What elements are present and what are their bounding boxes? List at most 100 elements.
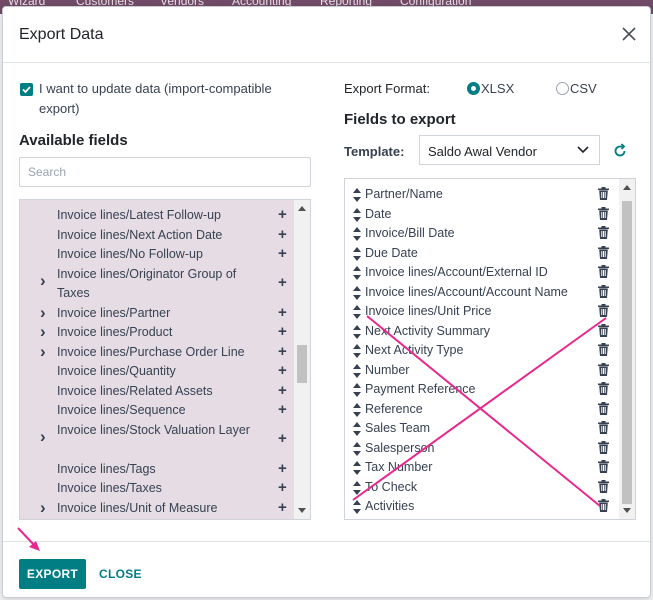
scroll-up-icon[interactable] xyxy=(298,206,306,211)
drag-handle-icon[interactable] xyxy=(353,266,361,280)
plus-icon[interactable]: + xyxy=(278,401,287,418)
export-field-item[interactable]: Date xyxy=(345,205,621,225)
close-icon[interactable] xyxy=(619,24,639,44)
export-button[interactable]: EXPORT xyxy=(19,559,86,589)
available-field-item[interactable]: › Invoice lines/Partner + xyxy=(20,303,295,324)
trash-icon[interactable] xyxy=(598,479,609,493)
available-field-item[interactable]: Invoice lines/Taxes + xyxy=(20,479,295,499)
trash-icon[interactable] xyxy=(598,401,609,415)
available-field-item[interactable]: Invoice lines/Latest Follow-up + xyxy=(20,206,295,226)
plus-icon[interactable]: + xyxy=(278,274,287,291)
format-radio-csv[interactable] xyxy=(556,82,569,95)
available-field-item[interactable]: Invoice lines/No Follow-up + xyxy=(20,245,295,265)
plus-icon[interactable]: + xyxy=(278,206,287,223)
plus-icon[interactable]: + xyxy=(278,323,287,340)
export-field-item[interactable]: Invoice/Bill Date xyxy=(345,224,621,244)
available-field-item[interactable]: › Invoice lines/Unit of Measure + xyxy=(20,498,295,519)
scroll-up-icon[interactable] xyxy=(623,185,631,190)
trash-icon[interactable] xyxy=(598,421,609,434)
available-field-item[interactable]: Invoice lines/Quantity + xyxy=(20,362,295,382)
export-field-item[interactable]: Next Activity Summary xyxy=(345,322,621,342)
export-field-item[interactable]: Activities xyxy=(345,497,621,517)
plus-icon[interactable]: + xyxy=(278,499,287,516)
trash-icon[interactable] xyxy=(598,440,609,454)
search-input[interactable] xyxy=(19,157,311,187)
scroll-down-icon[interactable] xyxy=(298,508,306,513)
drag-handle-icon[interactable] xyxy=(353,402,361,417)
trash-icon[interactable] xyxy=(598,323,609,337)
available-field-item[interactable]: Invoice lines/Unit Price+ xyxy=(20,518,295,519)
plus-icon[interactable]: + xyxy=(278,226,287,243)
drag-handle-icon[interactable] xyxy=(353,480,361,495)
drag-handle-icon[interactable] xyxy=(353,285,361,300)
export-field-item[interactable]: Invoice lines/Account/External ID xyxy=(345,263,621,283)
format-radio-xlsx[interactable] xyxy=(467,82,480,95)
trash-icon[interactable] xyxy=(598,226,609,239)
close-button[interactable]: CLOSE xyxy=(99,559,142,589)
available-field-item[interactable]: Invoice lines/Sequence + xyxy=(20,401,295,421)
drag-handle-icon[interactable] xyxy=(353,227,361,241)
trash-icon[interactable] xyxy=(598,245,609,259)
plus-icon[interactable]: + xyxy=(278,245,287,262)
scroll-down-icon[interactable] xyxy=(623,508,631,513)
available-field-item[interactable]: › Invoice lines/Stock Valuation Layer + xyxy=(20,421,295,460)
plus-icon[interactable]: + xyxy=(278,479,287,496)
chevron-right-icon[interactable]: › xyxy=(40,271,46,291)
export-field-item[interactable]: Partner/Name xyxy=(345,185,621,205)
drag-handle-icon[interactable] xyxy=(353,422,361,436)
scrollbar-thumb[interactable] xyxy=(622,201,632,504)
chevron-right-icon[interactable]: › xyxy=(40,322,46,342)
plus-icon[interactable]: + xyxy=(278,362,287,379)
chevron-right-icon[interactable]: › xyxy=(40,303,46,323)
trash-icon[interactable] xyxy=(598,460,609,473)
drag-handle-icon[interactable] xyxy=(353,305,361,319)
trash-icon[interactable] xyxy=(598,187,609,200)
chevron-right-icon[interactable]: › xyxy=(40,342,46,362)
trash-icon[interactable] xyxy=(598,284,609,298)
available-scrollbar[interactable] xyxy=(294,200,310,519)
export-field-item[interactable]: Number xyxy=(345,361,621,381)
chevron-right-icon[interactable]: › xyxy=(40,427,46,447)
template-select[interactable]: Saldo Awal Vendor xyxy=(419,135,600,165)
export-field-item[interactable]: Salesperson xyxy=(345,439,621,459)
export-field-item[interactable]: Reference xyxy=(345,400,621,420)
drag-handle-icon[interactable] xyxy=(353,324,361,339)
plus-icon[interactable]: + xyxy=(278,430,287,447)
export-field-item[interactable]: Sales Team xyxy=(345,419,621,439)
export-field-item[interactable]: Next Activity Type xyxy=(345,341,621,361)
available-field-item[interactable]: › Invoice lines/Product + xyxy=(20,322,295,343)
export-field-item[interactable]: Due Date xyxy=(345,244,621,264)
fields-scrollbar[interactable] xyxy=(619,179,635,519)
trash-icon[interactable] xyxy=(598,499,609,512)
drag-handle-icon[interactable] xyxy=(353,207,361,222)
update-data-checkbox[interactable] xyxy=(20,83,33,96)
trash-icon[interactable] xyxy=(598,362,609,376)
available-field-item[interactable]: Invoice lines/Next Action Date + xyxy=(20,226,295,246)
trash-icon[interactable] xyxy=(598,304,609,317)
drag-handle-icon[interactable] xyxy=(353,246,361,261)
drag-handle-icon[interactable] xyxy=(353,188,361,202)
scrollbar-thumb[interactable] xyxy=(297,345,307,383)
trash-icon[interactable] xyxy=(598,206,609,220)
plus-icon[interactable]: + xyxy=(278,518,287,519)
plus-icon[interactable]: + xyxy=(278,382,287,399)
plus-icon[interactable]: + xyxy=(278,460,287,477)
trash-icon[interactable] xyxy=(598,382,609,395)
trash-icon[interactable] xyxy=(598,265,609,278)
reload-icon[interactable] xyxy=(612,143,628,159)
drag-handle-icon[interactable] xyxy=(353,344,361,358)
drag-handle-icon[interactable] xyxy=(353,500,361,514)
export-field-item[interactable]: Tax Number xyxy=(345,458,621,478)
available-field-item[interactable]: › Invoice lines/Originator Group of Taxes… xyxy=(20,265,295,304)
available-field-item[interactable]: Invoice lines/Related Assets + xyxy=(20,382,295,402)
export-field-item[interactable]: Invoice lines/Unit Price xyxy=(345,302,621,322)
plus-icon[interactable]: + xyxy=(278,343,287,360)
export-field-item[interactable]: Invoice lines/Account/Account Name xyxy=(345,283,621,303)
drag-handle-icon[interactable] xyxy=(353,441,361,456)
drag-handle-icon[interactable] xyxy=(353,383,361,397)
plus-icon[interactable]: + xyxy=(278,304,287,321)
trash-icon[interactable] xyxy=(598,343,609,356)
available-field-item[interactable]: Invoice lines/Tags + xyxy=(20,460,295,480)
export-field-item[interactable]: To Check xyxy=(345,478,621,498)
drag-handle-icon[interactable] xyxy=(353,461,361,475)
